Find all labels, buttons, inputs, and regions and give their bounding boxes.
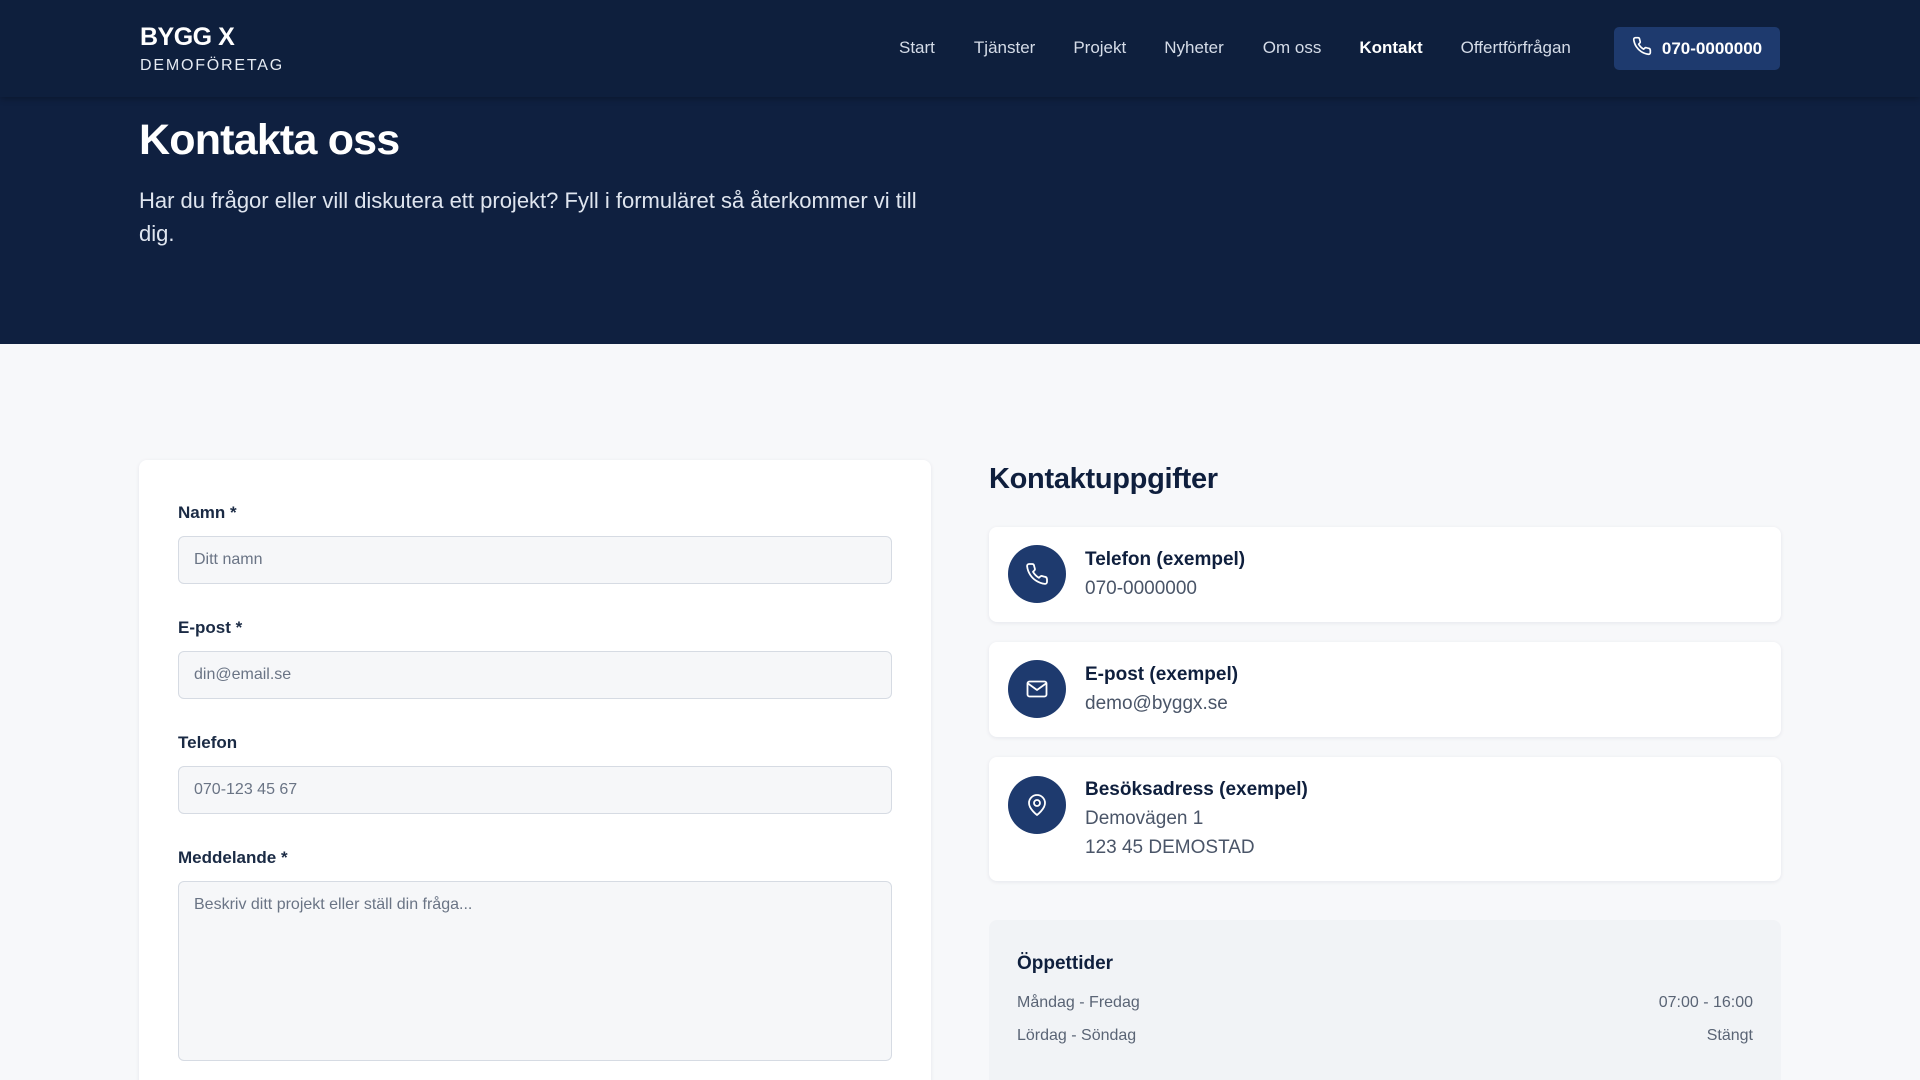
- email-value[interactable]: demo@byggx.se: [1085, 693, 1228, 715]
- contact-card-email: E-post (exempel) demo@byggx.se: [989, 642, 1781, 737]
- nav-item-offertforfragan[interactable]: Offertförfrågan: [1461, 37, 1571, 59]
- opening-hours-card: Öppettider Måndag - Fredag 07:00 - 16:00…: [989, 920, 1781, 1080]
- message-textarea[interactable]: Beskriv ditt projekt eller ställ din frå…: [178, 881, 892, 1061]
- top-navigation-bar: BYGG X DEMOFÖRETAG Start Tjänster Projek…: [0, 0, 1920, 97]
- address-heading: Besöksadress (exempel): [1085, 779, 1308, 800]
- brand-subtitle: DEMOFÖRETAG: [140, 57, 284, 74]
- brand-logo[interactable]: BYGG X DEMOFÖRETAG: [140, 23, 284, 75]
- page-description: Har du frågor eller vill diskutera ett p…: [139, 188, 917, 246]
- address-city: 123 45 DEMOSTAD: [1085, 837, 1255, 858]
- nav-item-nyheter[interactable]: Nyheter: [1164, 37, 1224, 59]
- nav-item-kontakt[interactable]: Kontakt: [1359, 37, 1422, 59]
- nav-item-tjanster[interactable]: Tjänster: [974, 37, 1035, 59]
- phone-heading: Telefon (exempel): [1085, 549, 1246, 570]
- hours-days: Måndag - Fredag: [1017, 994, 1140, 1011]
- email-label: E-post *: [178, 618, 243, 637]
- contact-card-phone: Telefon (exempel) 070-0000000: [989, 527, 1781, 622]
- mail-icon: [1008, 660, 1066, 718]
- nav-item-start[interactable]: Start: [899, 37, 935, 59]
- page-title: Kontakta oss: [139, 116, 400, 164]
- name-input[interactable]: Ditt namn: [178, 536, 892, 584]
- contact-info-title: Kontaktuppgifter: [989, 463, 1218, 495]
- email-input[interactable]: din@email.se: [178, 651, 892, 699]
- hours-row: Lördag - Söndag Stängt: [1017, 1027, 1753, 1045]
- phone-icon: [1008, 545, 1066, 603]
- nav-item-projekt[interactable]: Projekt: [1073, 37, 1126, 59]
- hours-row: Måndag - Fredag 07:00 - 16:00: [1017, 994, 1753, 1012]
- hours-time: Stängt: [1706, 1027, 1753, 1044]
- phone-call-button[interactable]: 070-0000000: [1614, 27, 1780, 70]
- contact-card-address: Besöksadress (exempel) Demovägen 1 123 4…: [989, 757, 1781, 881]
- address-street: Demovägen 1: [1085, 808, 1204, 829]
- phone-value[interactable]: 070-0000000: [1085, 578, 1197, 600]
- opening-hours-title: Öppettider: [1017, 953, 1114, 974]
- hours-days: Lördag - Söndag: [1017, 1027, 1137, 1044]
- nav-item-om-oss[interactable]: Om oss: [1263, 37, 1322, 59]
- map-pin-icon: [1008, 776, 1066, 834]
- main-nav: Start Tjänster Projekt Nyheter Om oss Ko…: [899, 37, 1571, 59]
- phone-input[interactable]: 070-123 45 67: [178, 766, 892, 814]
- email-heading: E-post (exempel): [1085, 664, 1239, 685]
- message-label: Meddelande *: [178, 848, 288, 867]
- phone-label: Telefon: [178, 733, 238, 752]
- phone-button-label: 070-0000000: [1661, 38, 1763, 58]
- phone-icon: [1632, 36, 1652, 61]
- name-label: Namn *: [178, 503, 237, 522]
- brand-name: BYGG X: [140, 23, 235, 51]
- hero-section: BYGG X DEMOFÖRETAG Start Tjänster Projek…: [0, 0, 1920, 344]
- contact-form-card: Namn * Ditt namn E-post * din@email.se T…: [139, 460, 931, 1080]
- hours-time: 07:00 - 16:00: [1658, 994, 1753, 1011]
